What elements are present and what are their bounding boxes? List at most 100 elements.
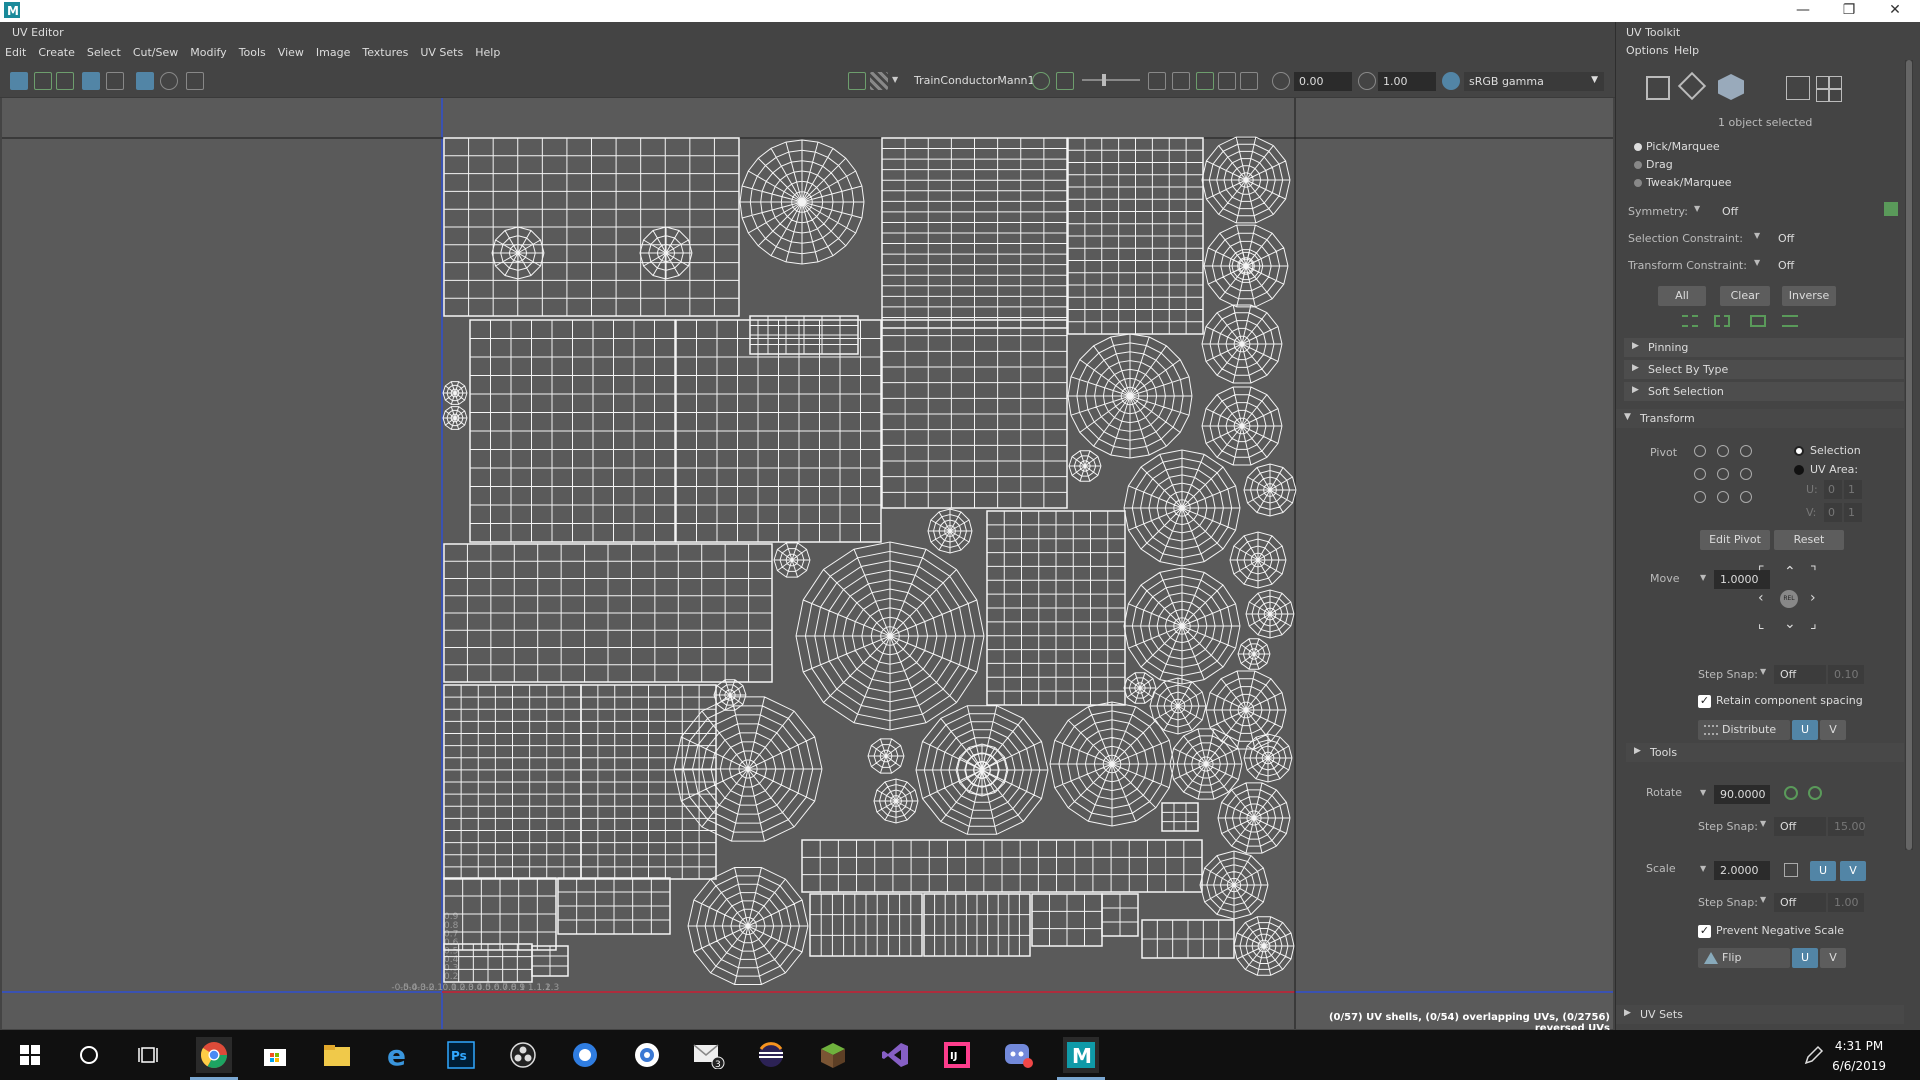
- pivot-point-radio[interactable]: [1717, 491, 1729, 503]
- pivot-u-max-field[interactable]: 1: [1844, 480, 1862, 499]
- dropdown-arrow-icon[interactable]: ▼: [892, 75, 902, 93]
- mail-icon[interactable]: 3: [691, 1037, 727, 1073]
- maya-taskbar-icon[interactable]: M: [1057, 1037, 1105, 1080]
- exposure-field[interactable]: 0.00: [1294, 72, 1352, 91]
- close-button[interactable]: ✕: [1872, 0, 1918, 22]
- pivot-point-radio[interactable]: [1694, 445, 1706, 457]
- section-select-by-type[interactable]: ▶ Select By Type: [1624, 360, 1904, 379]
- discord-icon[interactable]: [1001, 1037, 1037, 1073]
- rotate-step-snap-mode[interactable]: Off: [1774, 817, 1826, 836]
- frame-all-icon[interactable]: [1148, 72, 1166, 90]
- selection-constraint-dropdown-icon[interactable]: ▼: [1754, 231, 1760, 240]
- grow-selection-icon[interactable]: [1682, 315, 1698, 327]
- section-transform[interactable]: ▼ Transform: [1616, 409, 1904, 428]
- toolkit-menu-help[interactable]: Help: [1674, 44, 1699, 57]
- file-explorer-icon[interactable]: [319, 1037, 355, 1073]
- menu-select[interactable]: Select: [82, 44, 128, 59]
- object-mode-icon[interactable]: [1646, 76, 1670, 100]
- dim-slider[interactable]: [1082, 79, 1140, 81]
- menu-image[interactable]: Image: [311, 44, 357, 59]
- pixel-snap-icon[interactable]: [136, 72, 154, 90]
- pick-marquee-label[interactable]: Pick/Marquee: [1646, 140, 1720, 153]
- isolate-icon[interactable]: [1196, 72, 1214, 90]
- task-view-icon[interactable]: [131, 1037, 167, 1073]
- pivot-uv-area-label[interactable]: UV Area:: [1810, 463, 1858, 476]
- select-all-button[interactable]: All: [1658, 286, 1706, 306]
- color-management-icon[interactable]: [1442, 72, 1460, 90]
- gamma-field[interactable]: 1.00: [1378, 72, 1436, 91]
- scale-dropdown-icon[interactable]: ▼: [1700, 864, 1706, 873]
- component-mode-icon[interactable]: [1677, 71, 1707, 101]
- frame-selection-icon[interactable]: [1172, 72, 1190, 90]
- transform-constraint-dropdown-icon[interactable]: ▼: [1754, 258, 1760, 267]
- pivot-point-radio[interactable]: [1694, 468, 1706, 480]
- image-display-icon[interactable]: [848, 72, 866, 90]
- select-clear-button[interactable]: Clear: [1720, 286, 1770, 306]
- move-step-snap-dropdown-icon[interactable]: ▼: [1760, 667, 1766, 676]
- move-relative-icon[interactable]: REL: [1780, 590, 1798, 608]
- texture-borders-icon[interactable]: [1218, 72, 1236, 90]
- menu-cut-sew[interactable]: Cut/Sew: [128, 44, 185, 59]
- menu-modify[interactable]: Modify: [185, 44, 233, 59]
- visual-studio-icon[interactable]: [877, 1037, 913, 1073]
- scale-u-button[interactable]: U: [1810, 861, 1836, 881]
- prevent-negative-scale-label[interactable]: Prevent Negative Scale: [1716, 924, 1844, 937]
- menu-textures[interactable]: Textures: [357, 44, 415, 59]
- toolkit-scrollbar[interactable]: [1905, 60, 1913, 850]
- snapshot-icon[interactable]: [186, 72, 204, 90]
- prevent-negative-scale-checkbox[interactable]: ✓: [1698, 925, 1711, 938]
- pick-marquee-radio[interactable]: [1634, 143, 1642, 151]
- pivot-v-max-field[interactable]: 1: [1844, 503, 1862, 522]
- app-blue-circle-icon[interactable]: [567, 1037, 603, 1073]
- flip-u-button[interactable]: U: [1792, 948, 1818, 968]
- menu-tools[interactable]: Tools: [234, 44, 273, 59]
- move-right-icon[interactable]: ›: [1810, 590, 1816, 606]
- select-inverse-button[interactable]: Inverse: [1782, 286, 1836, 306]
- scale-step-snap-value[interactable]: 1.00: [1828, 893, 1864, 912]
- scale-uniform-icon[interactable]: [1784, 863, 1798, 877]
- symmetry-value[interactable]: Off: [1722, 205, 1738, 218]
- image-name[interactable]: TrainConductorMann1: [914, 74, 1035, 87]
- move-down-left-icon[interactable]: ⌞: [1758, 616, 1765, 632]
- menu-uv-sets[interactable]: UV Sets: [415, 44, 470, 59]
- rotate-step-snap-value[interactable]: 15.00: [1828, 817, 1866, 836]
- drag-radio[interactable]: [1634, 161, 1642, 169]
- move-up-right-icon[interactable]: ⌝: [1810, 564, 1817, 580]
- obs-icon[interactable]: [505, 1037, 541, 1073]
- move-left-icon[interactable]: ‹: [1758, 590, 1764, 606]
- pen-tray-icon[interactable]: [1796, 1037, 1832, 1073]
- scale-step-snap-mode[interactable]: Off: [1774, 893, 1826, 912]
- uv-distortion-icon[interactable]: [56, 72, 74, 90]
- globe-icon[interactable]: [1032, 72, 1050, 90]
- dim-image-icon[interactable]: [1240, 72, 1258, 90]
- retain-spacing-label[interactable]: Retain component spacing: [1716, 694, 1863, 707]
- photoshop-icon[interactable]: Ps: [443, 1037, 479, 1073]
- reset-pivot-button[interactable]: Reset: [1774, 530, 1844, 550]
- tweak-marquee-label[interactable]: Tweak/Marquee: [1646, 176, 1732, 189]
- scale-step-snap-dropdown-icon[interactable]: ▼: [1760, 895, 1766, 904]
- uv-layout-canvas[interactable]: -0.5-0.4-0.3-0.2-0.1 0.10.20.30.40.50.60.…: [2, 98, 1613, 1029]
- edit-pivot-button[interactable]: Edit Pivot: [1700, 530, 1770, 550]
- checker-icon[interactable]: [870, 72, 888, 90]
- pivot-point-radio[interactable]: [1740, 491, 1752, 503]
- start-windows-icon[interactable]: [12, 1037, 48, 1073]
- move-dropdown-icon[interactable]: ▼: [1700, 573, 1706, 582]
- select-shell-icon[interactable]: [1750, 315, 1766, 327]
- section-soft-selection[interactable]: ▶ Soft Selection: [1624, 382, 1904, 401]
- transform-constraint-value[interactable]: Off: [1778, 259, 1794, 272]
- intellij-icon[interactable]: IJ: [939, 1037, 975, 1073]
- rotate-cw-icon[interactable]: [1808, 786, 1822, 800]
- rotate-dropdown-icon[interactable]: ▼: [1700, 788, 1706, 797]
- pivot-point-radio[interactable]: [1694, 491, 1706, 503]
- select-border-icon[interactable]: [1782, 315, 1798, 327]
- minimize-button[interactable]: —: [1780, 0, 1826, 22]
- cortana-search-icon[interactable]: [71, 1037, 107, 1073]
- symmetry-toggle-icon[interactable]: [1884, 202, 1898, 216]
- section-uv-sets[interactable]: ▶ UV Sets: [1616, 1005, 1904, 1024]
- uv-viewport[interactable]: -0.5 -0.4 -0.3 -0.2 -0.1 0.1 0.2 0.3 0.4 0.5 0.6 0.…: [2, 98, 1613, 1029]
- edge-icon[interactable]: e: [381, 1037, 417, 1073]
- minecraft-icon[interactable]: [815, 1037, 851, 1073]
- pivot-u-min-field[interactable]: 0: [1824, 480, 1842, 499]
- rotate-amount-field[interactable]: 90.0000: [1714, 785, 1770, 804]
- pivot-point-radio[interactable]: [1717, 445, 1729, 457]
